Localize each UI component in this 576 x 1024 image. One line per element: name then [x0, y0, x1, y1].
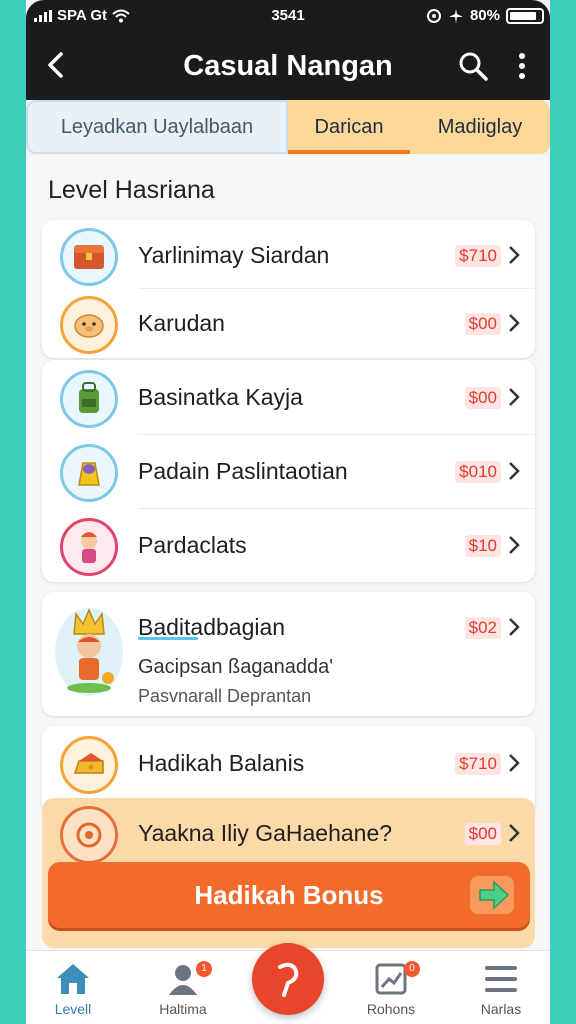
item-price: $010 — [455, 461, 501, 483]
content-area: Level Hasriana Yarlinimay Siardan $710 K… — [26, 156, 550, 950]
item-price: $00 — [464, 387, 501, 409]
item-price: $10 — [464, 535, 501, 557]
arrow-right-icon — [470, 876, 514, 914]
bonus-panel: Yaakna Iliy GaHaehane? $00 Hadikah Bonus — [42, 798, 535, 948]
tab-madiiglay[interactable]: Madiiglay — [410, 100, 550, 154]
status-bar: SPA Gt 3541 80% — [26, 0, 550, 32]
nav-item-levell[interactable]: Levell — [28, 961, 118, 1017]
divider — [138, 508, 535, 509]
treasure-chest-icon — [60, 228, 118, 286]
item-price: $710 — [455, 753, 501, 775]
nav-item-haltima[interactable]: 1 Haltima — [138, 961, 228, 1017]
item-card: Yarlinimay Siardan $710 Karudan $00 — [42, 220, 535, 358]
list-item[interactable]: Hadikah Balanis $710 — [42, 728, 535, 800]
tab-leyadkan[interactable]: Leyadkan Uaylalbaan — [26, 100, 288, 154]
status-right: 80% — [426, 7, 544, 24]
title-underline — [138, 637, 198, 640]
phone-screen: SPA Gt 3541 80% Casual Nangan Leyadkan U… — [26, 0, 550, 1024]
item-price: $02 — [464, 617, 501, 639]
notification-badge: 1 — [196, 961, 212, 977]
featured-item-card[interactable]: Baditadbagian $02 Gacipsan ßaganadda' Pa… — [42, 592, 535, 716]
list-item[interactable]: Karudan $00 — [42, 288, 535, 360]
more-options-icon[interactable] — [510, 49, 534, 83]
chevron-right-icon — [509, 618, 520, 636]
nav-label: Levell — [54, 1001, 92, 1017]
item-name: Karudan — [138, 310, 225, 336]
item-name: Pardaclats — [138, 532, 247, 558]
search-icon[interactable] — [456, 49, 490, 83]
nav-item-rohons[interactable]: 0 Rohons — [346, 961, 436, 1017]
item-name: Hadikah Balanis — [138, 750, 305, 776]
bottom-nav: Levell 1 Haltima 0 Rohons Narlas — [26, 943, 550, 1024]
cheese-icon — [60, 736, 118, 794]
backpack-icon — [60, 370, 118, 428]
fab-icon — [278, 962, 299, 997]
item-name: Padain Paslintaotian — [138, 458, 348, 484]
bonus-row[interactable]: Yaakna Iliy GaHaehane? $00 — [42, 798, 535, 870]
chevron-right-icon — [509, 314, 520, 332]
item-price: $710 — [455, 245, 501, 267]
list-item[interactable]: Padain Paslintaotian $010 — [42, 436, 535, 508]
chevron-right-icon — [509, 246, 520, 264]
character-icon — [60, 518, 118, 576]
chevron-right-icon — [509, 824, 520, 842]
item-subtitle: Gacipsan ßaganadda' — [138, 656, 334, 678]
item-price: $00 — [464, 313, 501, 335]
bonus-question: Yaakna Iliy GaHaehane? — [138, 820, 393, 846]
list-item[interactable]: Baditadbagian $02 — [42, 592, 535, 664]
home-icon — [57, 964, 89, 994]
chevron-right-icon — [509, 388, 520, 406]
nav-label: Rohons — [366, 1001, 416, 1017]
lantern-icon — [60, 444, 118, 502]
list-item[interactable]: Pardaclats $10 — [42, 510, 535, 582]
nav-label: Narlas — [480, 1001, 522, 1017]
alarm-icon — [426, 8, 441, 23]
notification-badge: 0 — [404, 961, 420, 977]
chevron-right-icon — [509, 536, 520, 554]
app-header: Casual Nangan — [26, 32, 550, 100]
airplane-icon — [448, 8, 463, 23]
list-item[interactable]: Yarlinimay Siardan $710 — [42, 220, 535, 292]
item-card: Basinatka Kayja $00 Padain Paslintaotian… — [42, 360, 535, 582]
nav-item-narlas[interactable]: Narlas — [456, 961, 546, 1017]
camera-icon — [60, 806, 118, 864]
item-name: Basinatka Kayja — [138, 384, 303, 410]
pig-icon — [60, 296, 118, 354]
bonus-button-label: Hadikah Bonus — [194, 879, 384, 910]
chevron-right-icon — [509, 754, 520, 772]
section-title: Level Hasriana — [48, 176, 215, 204]
chevron-right-icon — [509, 462, 520, 480]
battery-text: 80% — [469, 7, 500, 24]
center-action-button[interactable] — [252, 943, 324, 1015]
list-item[interactable]: Basinatka Kayja $00 — [42, 362, 535, 434]
item-description: Pasvnarall Deprantan — [138, 686, 312, 706]
menu-icon — [485, 966, 517, 992]
tab-bar: Leyadkan Uaylalbaan Darican Madiiglay — [26, 100, 550, 154]
bonus-price: $00 — [464, 823, 501, 845]
battery-icon — [506, 7, 544, 24]
nav-label: Haltima — [159, 1001, 207, 1017]
item-name: Yarlinimay Siardan — [138, 242, 330, 268]
bonus-button[interactable]: Hadikah Bonus — [48, 862, 530, 928]
tab-darican[interactable]: Darican — [288, 100, 410, 154]
divider — [138, 434, 535, 435]
